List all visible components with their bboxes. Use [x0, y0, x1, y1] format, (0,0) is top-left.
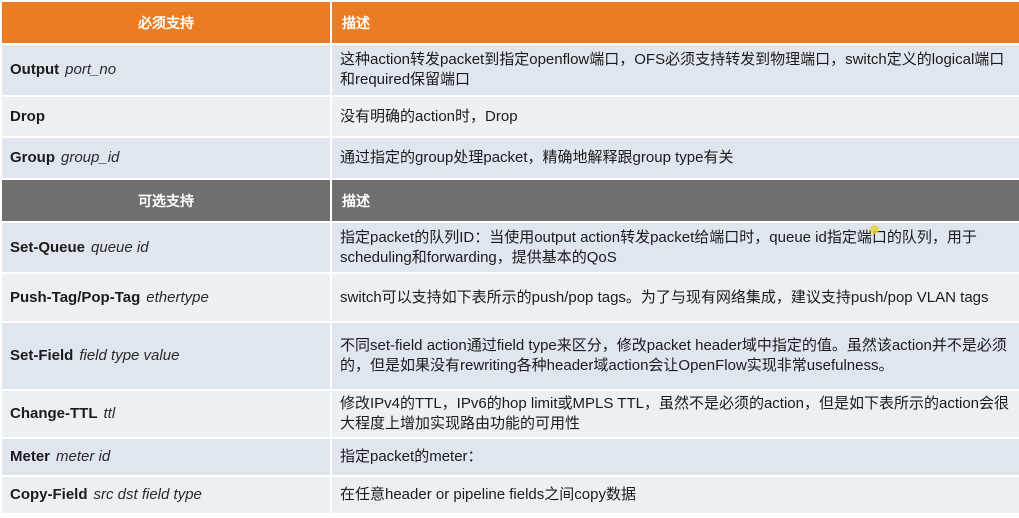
action-desc: 在任意header or pipeline fields之间copy数据: [330, 475, 1019, 515]
action-desc: 没有明确的action时，Drop: [330, 95, 1019, 138]
action-param: src dst field type: [93, 486, 202, 503]
action-desc: 修改IPv4的TTL，IPv6的hop limit或MPLS TTL，虽然不是必…: [330, 389, 1019, 439]
action-name-cell: Group group_id: [0, 136, 332, 180]
table-row: Change-TTL ttl 修改IPv4的TTL，IPv6的hop limit或…: [0, 389, 1019, 439]
table-row: Group group_id 通过指定的group处理packet，精确地解释跟g…: [0, 136, 1019, 180]
action-name-cell: Copy-Field src dst field type: [0, 475, 332, 515]
action-desc: 不同set-field action通过field type来区分，修改pack…: [330, 321, 1019, 391]
required-header-row: 必须支持 描述: [0, 0, 1019, 45]
action-desc: 指定packet的队列ID：当使用output action转发packet给端…: [330, 221, 1019, 274]
optional-header-name: 可选支持: [0, 178, 332, 223]
action-desc: 通过指定的group处理packet，精确地解释跟group type有关: [330, 136, 1019, 180]
action-name: Set-Field: [10, 347, 74, 364]
table-row: Set-Queue queue id 指定packet的队列ID：当使用outpu…: [0, 221, 1019, 274]
table-row: Drop 没有明确的action时，Drop: [0, 95, 1019, 138]
action-param: group_id: [61, 149, 120, 166]
action-desc: 指定packet的meter：: [330, 437, 1019, 477]
action-param: queue id: [91, 238, 149, 256]
openflow-actions-table: 必须支持 描述 Output port_no 这种action转发packet到指…: [0, 0, 1019, 515]
action-name: Output: [10, 61, 60, 78]
action-name-cell: Drop: [0, 95, 332, 138]
optional-header-row: 可选支持 描述: [0, 178, 1019, 223]
optional-header-desc: 描述: [330, 178, 1019, 223]
action-name: Change-TTL: [10, 405, 98, 422]
action-param: field type value: [79, 347, 180, 364]
action-name: Copy-Field: [10, 486, 88, 503]
action-name: Group: [10, 149, 55, 166]
action-name-cell: Push-Tag/Pop-Tag ethertype: [0, 272, 332, 323]
action-param: ethertype: [146, 288, 209, 306]
table-row: Set-Field field type value 不同set-field ac…: [0, 321, 1019, 391]
action-name: Set-Queue: [10, 238, 86, 256]
action-param: ttl: [103, 405, 116, 422]
action-name: Drop: [10, 107, 45, 125]
action-param: port_no: [65, 61, 117, 78]
required-header-name: 必须支持: [0, 0, 332, 45]
action-name-cell: Change-TTL ttl: [0, 389, 332, 439]
action-name: Push-Tag/Pop-Tag: [10, 288, 141, 306]
action-name-cell: Set-Field field type value: [0, 321, 332, 391]
action-name-cell: Meter meter id: [0, 437, 332, 477]
action-desc: 这种action转发packet到指定openflow端口，OFS必须支持转发到…: [330, 43, 1019, 97]
action-desc: switch可以支持如下表所示的push/pop tags。为了与现有网络集成，…: [330, 272, 1019, 323]
table-row: Copy-Field src dst field type 在任意header o…: [0, 475, 1019, 515]
required-header-desc: 描述: [330, 0, 1019, 45]
table-row: Meter meter id 指定packet的meter：: [0, 437, 1019, 477]
action-name: Meter: [10, 448, 51, 465]
table-row: Push-Tag/Pop-Tag ethertype switch可以支持如下表所…: [0, 272, 1019, 323]
action-name-cell: Output port_no: [0, 43, 332, 97]
slide: 必须支持 描述 Output port_no 这种action转发packet到指…: [0, 0, 1019, 518]
action-param: meter id: [56, 448, 111, 465]
cursor-highlight-marker: [870, 225, 879, 234]
table-row: Output port_no 这种action转发packet到指定openflo…: [0, 43, 1019, 97]
action-name-cell: Set-Queue queue id: [0, 221, 332, 274]
